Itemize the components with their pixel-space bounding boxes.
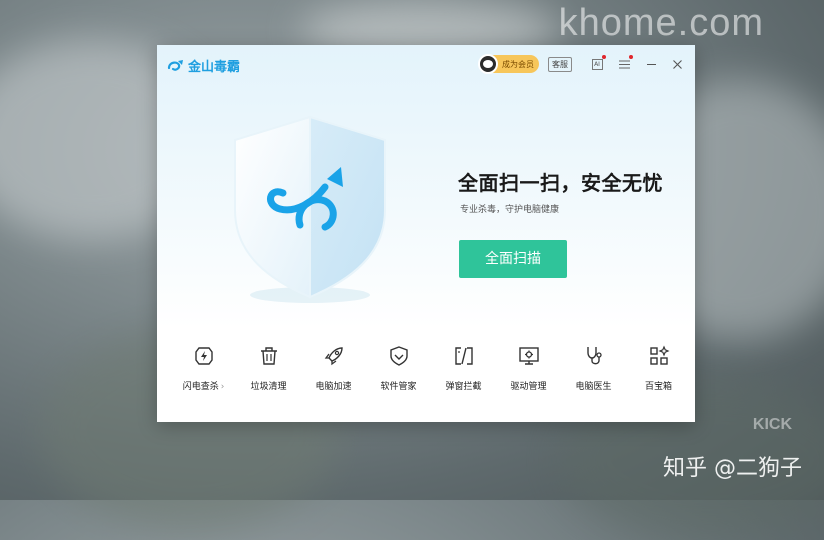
shield-illustration xyxy=(225,115,395,305)
ai-button[interactable]: AI xyxy=(590,55,606,71)
watermark-top: khome.com xyxy=(558,2,764,44)
tool-label: 电脑医生 xyxy=(575,382,612,392)
tool-label: 驱动管理 xyxy=(510,382,547,392)
tool-junk-clean[interactable]: 垃圾清理 xyxy=(236,343,301,403)
app-window: 金山毒霸 成为会员 客服 AI 全面扫一扫，安全无忧 专业杀毒，守护电脑健康 全… xyxy=(157,45,695,422)
watermark-bottom: 知乎 @二狗子 xyxy=(663,456,802,481)
tool-pc-doctor[interactable]: 电脑医生 xyxy=(561,343,626,403)
lightning-shield-icon xyxy=(191,343,217,369)
tool-speedup[interactable]: 电脑加速 xyxy=(301,343,366,403)
popup-block-icon xyxy=(451,343,477,369)
rocket-icon xyxy=(321,343,347,369)
tool-label: 垃圾清理 xyxy=(250,382,287,392)
avatar xyxy=(478,54,498,74)
tool-label: 软件管家 xyxy=(380,382,417,392)
app-logo: 金山毒霸 xyxy=(167,56,240,75)
watermark-kick: KICK xyxy=(752,416,792,433)
ai-icon: AI xyxy=(591,58,603,70)
software-shield-icon xyxy=(386,343,412,369)
vip-label: 成为会员 xyxy=(502,59,534,69)
logo-text: 金山毒霸 xyxy=(188,60,241,75)
customer-service-button[interactable]: 客服 xyxy=(548,57,572,72)
titlebar: 金山毒霸 成为会员 客服 AI xyxy=(157,45,695,83)
trash-icon xyxy=(256,343,282,369)
tool-software-manager[interactable]: 软件管家 xyxy=(366,343,431,403)
menu-icon xyxy=(618,60,630,68)
tool-label: 弹窗拦截 xyxy=(445,382,482,392)
full-scan-button[interactable]: 全面扫描 xyxy=(459,240,567,278)
notification-dot xyxy=(629,55,633,59)
vip-button[interactable]: 成为会员 xyxy=(478,54,539,74)
tool-driver-manager[interactable]: 驱动管理 xyxy=(496,343,561,403)
stethoscope-icon xyxy=(581,343,607,369)
menu-button[interactable] xyxy=(617,55,633,71)
tool-label: 电脑加速 xyxy=(315,382,352,392)
tool-toolbox[interactable]: 百宝箱 xyxy=(626,343,691,403)
logo-icon xyxy=(167,59,183,71)
tool-bar: 闪电查杀 › 垃圾清理 电脑加速 软件管家 弹窗拦截 驱动管理 电脑医生 百宝箱 xyxy=(171,343,691,403)
close-icon xyxy=(672,59,682,69)
minimize-button[interactable] xyxy=(644,57,658,71)
tool-popup-block[interactable]: 弹窗拦截 xyxy=(431,343,496,403)
driver-monitor-icon xyxy=(516,343,542,369)
tool-label: 闪电查杀 › xyxy=(182,382,225,392)
minimize-icon xyxy=(646,63,656,65)
tool-flash-scan[interactable]: 闪电查杀 › xyxy=(171,343,236,403)
shield-logo-icon xyxy=(234,115,386,303)
tool-label: 百宝箱 xyxy=(644,382,672,392)
toolbox-grid-icon xyxy=(646,343,672,369)
notification-dot xyxy=(602,55,606,59)
subline: 专业杀毒，守护电脑健康 xyxy=(460,205,560,215)
close-button[interactable] xyxy=(670,57,684,71)
headline: 全面扫一扫，安全无忧 xyxy=(458,171,663,195)
